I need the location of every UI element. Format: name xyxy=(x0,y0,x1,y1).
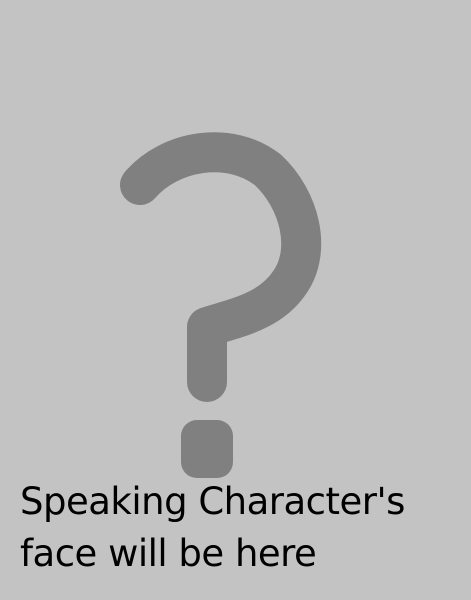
caption-line-2: face will be here xyxy=(20,532,317,575)
character-face-placeholder: Speaking Character's face will be here xyxy=(0,0,471,600)
question-mark-dot xyxy=(181,420,233,478)
caption-line-1: Speaking Character's xyxy=(20,480,405,523)
placeholder-caption: Speaking Character's face will be here xyxy=(20,476,465,580)
